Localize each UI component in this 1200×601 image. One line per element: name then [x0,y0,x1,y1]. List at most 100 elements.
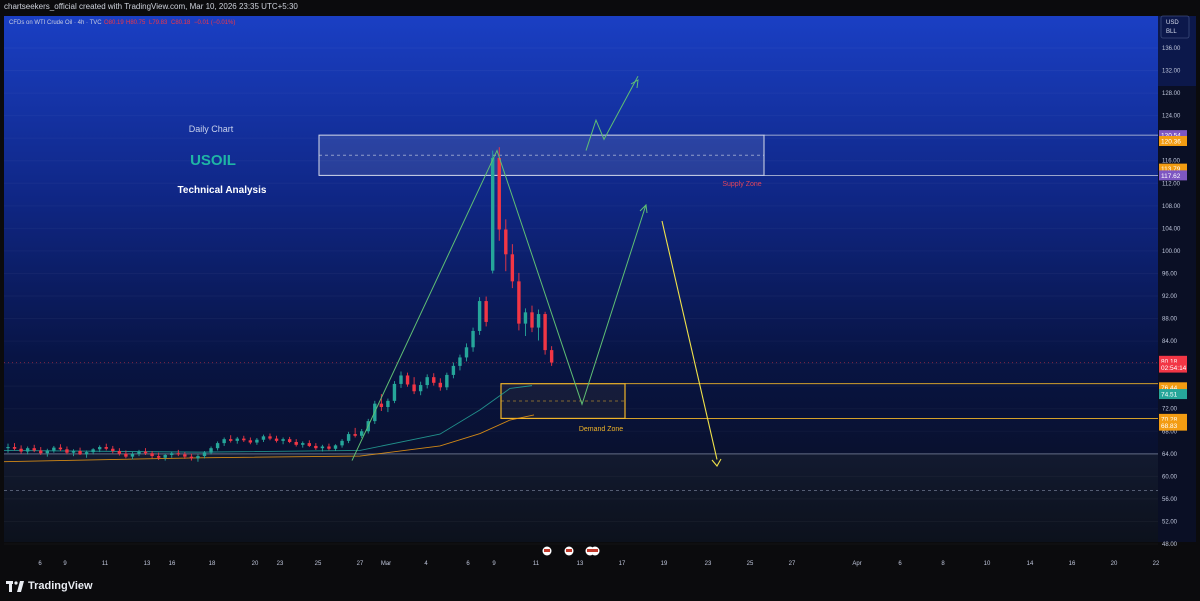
technical-analysis-label: Technical Analysis [178,185,267,196]
candle-body [124,453,128,457]
candle-body [399,375,403,384]
candle-body [360,431,364,436]
tradingview-logo[interactable]: TradingView [6,580,93,592]
legend-open: O80.19 [104,20,124,26]
candle-body [176,453,180,455]
candle-body [235,438,239,441]
price-chart[interactable]: 136.00132.00128.00124.00120.00116.00112.… [0,14,1200,574]
candle-body [222,439,226,444]
x-tick-label: 23 [277,561,284,567]
candle-body [523,312,528,324]
demand-zone-label: Demand Zone [579,426,623,433]
candle-body [314,445,318,449]
y-tick-label: 104.00 [1162,226,1181,232]
y-tick-label: 72.00 [1162,407,1178,413]
candle-body [6,447,10,449]
candle-body [229,439,233,441]
candle-body [58,447,63,450]
candle-body [104,447,108,449]
candle-body [39,450,43,454]
legend-high: H80.75 [126,20,146,26]
candle-body [530,312,534,328]
candle-body [497,157,501,230]
candle [477,297,482,335]
supply-zone-label: Supply Zone [722,181,761,188]
usoil-title: USOIL [190,152,236,169]
x-tick-label: Apr [852,561,861,567]
y-tick-label: 60.00 [1162,474,1178,480]
x-tick-label: 22 [1153,561,1160,567]
footer-bar: TradingView [0,574,1200,601]
candle-body [215,443,220,449]
candle-body [183,454,187,457]
candle-body [12,447,17,449]
y-tick-label: 96.00 [1162,271,1178,277]
x-tick-label: 23 [705,561,712,567]
candle-body [320,446,325,449]
x-tick-label: Mar [381,561,391,567]
candle-body [510,254,515,282]
candle-body [458,357,462,366]
y-tick-label: 128.00 [1162,91,1181,97]
candle [517,272,521,331]
candle-body [418,385,423,392]
x-tick-label: 14 [1027,561,1034,567]
candle-body [477,301,482,331]
candle-body [294,441,298,445]
candle-body [111,448,115,451]
candle-body [281,439,285,441]
candle-body [98,447,102,450]
x-tick-label: 17 [619,561,626,567]
currency-usd: USD [1166,20,1179,26]
y-tick-label: 92.00 [1162,294,1178,300]
candle-body [451,365,456,375]
candle [543,311,547,355]
candle-body [209,448,213,453]
price-badge: 02:54:14 [1159,362,1187,373]
candle [491,150,495,274]
candle-body [150,453,154,457]
y-tick-label: 132.00 [1162,69,1181,75]
candle-body [248,440,253,443]
y-tick-label: 84.00 [1162,339,1178,345]
candle-body [386,400,390,408]
candle-body [392,383,397,401]
x-tick-label: 10 [984,561,991,567]
candle-body [307,443,311,446]
x-tick-label: 11 [533,561,540,567]
candle-body [301,443,305,445]
candle-body [287,439,292,442]
x-tick-label: 27 [789,561,796,567]
legend-close: C80.18 [171,20,191,26]
candle-body [346,434,351,441]
candle-body [65,449,69,453]
price-badge-label: 74.51 [1161,392,1178,399]
x-tick-label: 16 [169,561,176,567]
candle-body [340,440,344,446]
candle-body [71,451,76,453]
candle-body [484,301,488,322]
y-tick-label: 124.00 [1162,114,1181,120]
y-tick-label: 100.00 [1162,249,1181,255]
y-tick-label: 136.00 [1162,46,1181,52]
x-tick-label: 13 [144,561,151,567]
x-tick-label: 20 [252,561,259,567]
candle [392,381,397,404]
candle-body [45,450,49,454]
candle-body [163,454,167,458]
candle-body [170,453,174,455]
candle-body [143,451,148,454]
x-tick-label: 13 [577,561,584,567]
attribution-bar: chartseekers_official created with Tradi… [0,0,1200,14]
x-tick-label: 20 [1111,561,1118,567]
candle-body [327,446,331,449]
tradingview-icon [6,580,24,592]
y-tick-label: 64.00 [1162,452,1178,458]
candle-body [78,451,82,455]
candle-body [543,314,547,351]
candle-body [25,448,30,452]
candle-body [196,456,200,459]
y-tick-label: 48.00 [1162,542,1178,548]
candle-body [333,445,338,449]
x-tick-label: 27 [357,561,364,567]
